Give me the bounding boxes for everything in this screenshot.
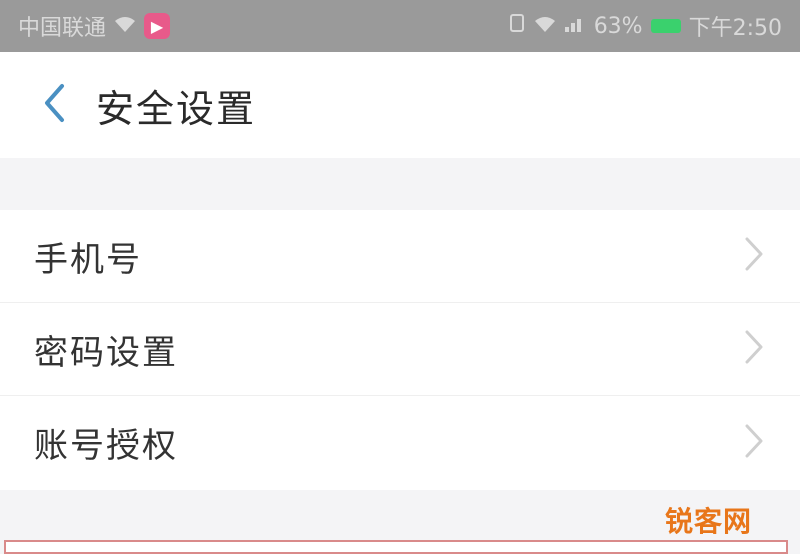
chevron-right-icon	[742, 236, 766, 276]
menu-item-phone[interactable]: 手机号	[0, 210, 800, 303]
back-button[interactable]	[30, 75, 78, 135]
menu-item-label: 密码设置	[34, 332, 178, 373]
section-gap	[0, 158, 800, 210]
settings-menu: 手机号 密码设置 账号授权	[0, 210, 800, 490]
watermark-logo: 锐客网	[664, 505, 752, 538]
menu-item-password[interactable]: 密码设置	[0, 303, 800, 396]
menu-item-label: 账号授权	[34, 426, 178, 466]
battery-icon	[650, 19, 681, 33]
carrier-name: 中国联通	[18, 16, 107, 41]
page-title: 安全设置	[96, 86, 257, 131]
battery-percent: 63%	[593, 13, 643, 39]
wifi-icon	[114, 14, 136, 39]
chevron-right-icon	[742, 423, 766, 463]
vibrate-icon	[508, 13, 526, 39]
header-bar: 安全设置	[0, 52, 800, 159]
chevron-left-icon	[42, 83, 66, 127]
chevron-right-icon	[742, 329, 766, 369]
status-time: 下午2:50	[688, 16, 782, 41]
status-bar: 中国联通 ▶ 63% 下午2:50	[0, 0, 800, 52]
status-left: 中国联通 ▶	[18, 10, 171, 42]
menu-item-label: 手机号	[34, 239, 142, 280]
next-section-edge	[4, 540, 788, 554]
status-right: 63% 下午2:50	[508, 10, 782, 42]
app-notification-icon: ▶	[144, 13, 171, 39]
wifi-signal-icon	[534, 14, 556, 39]
menu-item-account-authorization[interactable]: 账号授权	[0, 396, 800, 489]
signal-icon	[564, 14, 586, 39]
